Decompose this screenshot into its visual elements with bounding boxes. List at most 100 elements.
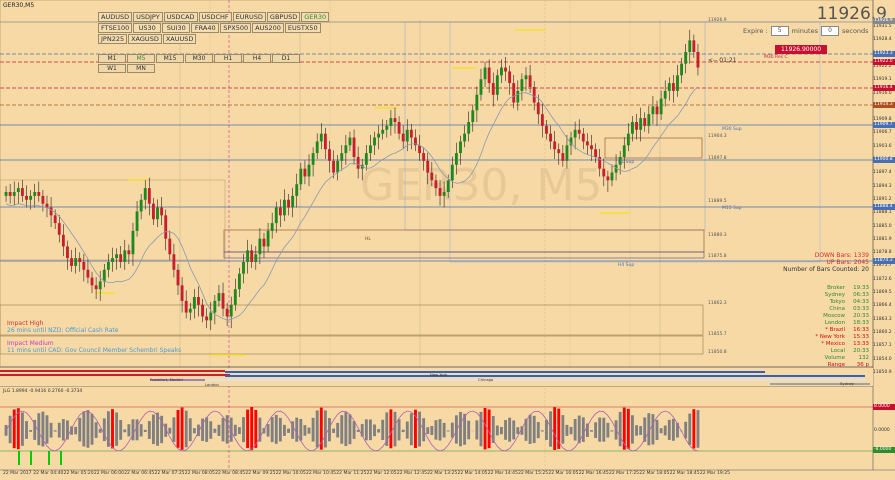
session-bar: [0, 374, 230, 376]
bear-candle: [41, 195, 45, 204]
histogram-bar: [82, 411, 86, 447]
expire-seconds-input[interactable]: 0: [820, 26, 839, 36]
timezone-name: * New York: [815, 334, 845, 340]
timeframe-row-2: W1 MN: [98, 64, 155, 73]
symbol-button-sui30[interactable]: SUI30: [162, 23, 191, 33]
bear-candle: [557, 149, 561, 154]
histogram-bar: [307, 427, 311, 434]
histogram-bar: [590, 430, 593, 432]
symbol-button-eurusd[interactable]: EURUSD: [232, 12, 266, 22]
symbol-button-usdcad[interactable]: USDCAD: [163, 12, 198, 22]
timeframe-button-mn[interactable]: MN: [127, 64, 155, 73]
level-value-label: 11904.3: [708, 134, 727, 139]
timeframe-button-d1[interactable]: D1: [272, 54, 300, 63]
time-axis-label: 22 Mar 19:25: [699, 471, 730, 476]
histogram-bar: [446, 430, 450, 432]
expire-minutes-input[interactable]: 5: [770, 26, 789, 36]
time-axis-label: 22 Mar 12:05: [366, 471, 397, 476]
level-value-label: 11880.3: [708, 233, 727, 238]
price-axis-label: 11931.5: [873, 24, 892, 29]
price-axis-label: 11903.6: [873, 143, 892, 149]
timezone-name: * Mexico: [821, 341, 845, 347]
histogram-bar: [373, 424, 376, 437]
symbol-button-audusd[interactable]: AUDUSD: [98, 12, 133, 22]
price-axis-label: 11854.0: [873, 356, 892, 362]
session-bars: [0, 368, 873, 386]
bull-candle: [684, 52, 688, 64]
histogram-bar: [397, 419, 401, 441]
histogram-bar: [483, 407, 487, 450]
symbol-button-xagusd[interactable]: XAGUSD: [128, 34, 162, 44]
price-axis-label: 11881.9: [873, 236, 892, 242]
bull-candle: [454, 153, 458, 165]
symbol-button-spx500[interactable]: SPX500: [220, 23, 252, 33]
bull-candle: [344, 145, 348, 154]
histogram-bar: [242, 417, 245, 443]
symbol-button-us30[interactable]: US30: [133, 23, 162, 33]
timeframe-button-m5[interactable]: M5: [127, 54, 155, 63]
symbol-button-ftse100[interactable]: FTSE100: [98, 23, 133, 33]
histogram-bar: [45, 415, 49, 444]
bear-candle: [671, 83, 675, 91]
level-value-label: 11897.8: [708, 156, 727, 161]
histogram-bar: [663, 425, 667, 436]
timezone-row: Tokyo 04:33: [815, 299, 869, 306]
bull-candle: [233, 289, 237, 305]
price-axis-label: 11891.2: [873, 196, 892, 202]
histogram-bar: [98, 428, 102, 433]
up-bars: UP Bars: 2045: [826, 259, 869, 266]
histogram-bar: [49, 422, 53, 438]
symbol-button-usdchf[interactable]: USDCHF: [198, 12, 232, 22]
expire-label: Expire :: [743, 27, 768, 35]
symbol-button-jpn225[interactable]: JPN225: [98, 34, 128, 44]
histogram-bar: [504, 420, 507, 440]
histogram-bar: [221, 417, 225, 442]
bear-candle: [262, 238, 266, 247]
session-newyork-label: New York: [430, 372, 448, 377]
bear-candle: [585, 141, 589, 146]
timezone-time: 06:33: [853, 292, 869, 298]
price-tag: 11914.3: [873, 102, 895, 108]
bull-candle: [364, 153, 368, 165]
trade-price-button[interactable]: 11926.90000: [775, 45, 827, 54]
timeframe-button-m1[interactable]: M1: [98, 54, 126, 63]
timeframe-button-h4[interactable]: H4: [243, 54, 271, 63]
timeframe-button-w1[interactable]: W1: [98, 64, 126, 73]
symbol-button-fra40[interactable]: FRA40: [191, 23, 220, 33]
bear-candle: [430, 172, 434, 181]
symbol-button-aus200[interactable]: AUS200: [252, 23, 284, 33]
symbol-button-ger30[interactable]: GER30: [301, 12, 330, 22]
symbol-row-2: FTSE100 US30 SUI30 FRA40 SPX500 AUS200 EUSTX50: [98, 23, 321, 33]
bull-candle: [520, 79, 524, 91]
bear-candle: [692, 40, 696, 52]
histogram-bar: [139, 424, 143, 437]
timeframe-button-h1[interactable]: H1: [214, 54, 242, 63]
timezone-row: China 03:33: [815, 306, 869, 313]
timeframe-button-m30[interactable]: M30: [185, 54, 213, 63]
histogram-bar: [332, 428, 336, 433]
bear-candle: [528, 75, 532, 87]
bull-candle: [565, 145, 569, 161]
bull-candle: [291, 195, 295, 208]
histogram-bar: [192, 428, 196, 434]
time-axis-label: 22 Mar 14:05: [457, 471, 488, 476]
bear-candle: [197, 297, 200, 305]
histogram-bar: [389, 409, 393, 449]
histogram-bar: [48, 451, 50, 465]
symbol-button-xauusd[interactable]: XAUUSD: [162, 34, 197, 44]
price-tag: 11888.4: [873, 204, 895, 210]
timeframe-row-1: M1 M5 M15 M30 H1 H4 D1: [98, 54, 300, 63]
histogram-bar: [53, 430, 57, 432]
symbol-button-eustx50[interactable]: EUSTX50: [284, 23, 321, 33]
chart-window[interactable]: GER30, M5 GER30,M5 AUDUSD USDJPY USDCAD USD…: [0, 0, 895, 480]
price-axis-label: 11857.1: [873, 343, 892, 349]
bear-candle: [540, 114, 544, 126]
timezone-name: Moscow: [823, 313, 845, 319]
timeframe-button-m15[interactable]: M15: [156, 54, 184, 63]
indicator-lower-tag: -8.0000: [873, 447, 895, 453]
price-axis-label: 11894.3: [873, 183, 892, 189]
level-box: [223, 251, 705, 259]
symbol-button-usdjpy[interactable]: USDJPY: [133, 12, 163, 22]
symbol-button-gbpusd[interactable]: GBPUSD: [266, 12, 301, 22]
timezone-name: Broker: [827, 285, 845, 291]
